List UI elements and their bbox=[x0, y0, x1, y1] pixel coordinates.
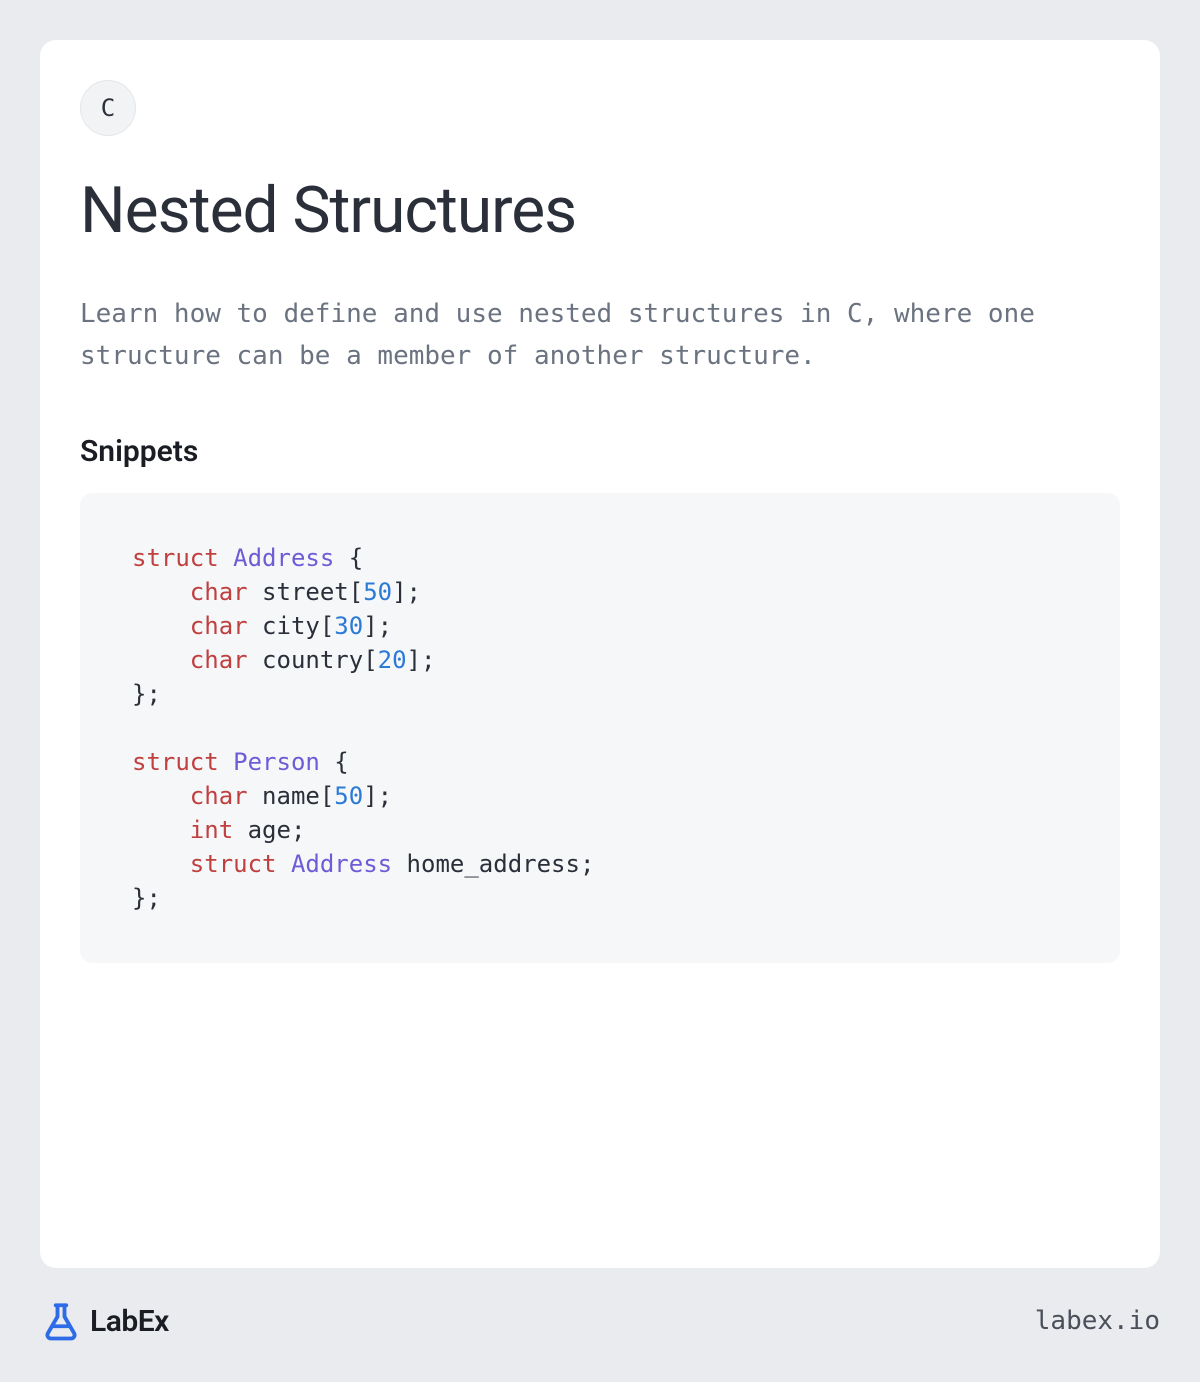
content-card: C Nested Structures Learn how to define … bbox=[40, 40, 1160, 1268]
flask-icon bbox=[40, 1300, 82, 1342]
description-text: Learn how to define and use nested struc… bbox=[80, 294, 1120, 377]
site-url: labex.io bbox=[1035, 1306, 1160, 1336]
footer: LabEx labex.io bbox=[40, 1268, 1160, 1342]
language-badge: C bbox=[80, 80, 136, 136]
code-snippet: struct Address { char street[50]; char c… bbox=[80, 493, 1120, 964]
logo-text: LabEx bbox=[90, 1304, 169, 1339]
page-title: Nested Structures bbox=[80, 176, 1120, 246]
logo: LabEx bbox=[40, 1300, 169, 1342]
snippets-heading: Snippets bbox=[80, 434, 1120, 469]
